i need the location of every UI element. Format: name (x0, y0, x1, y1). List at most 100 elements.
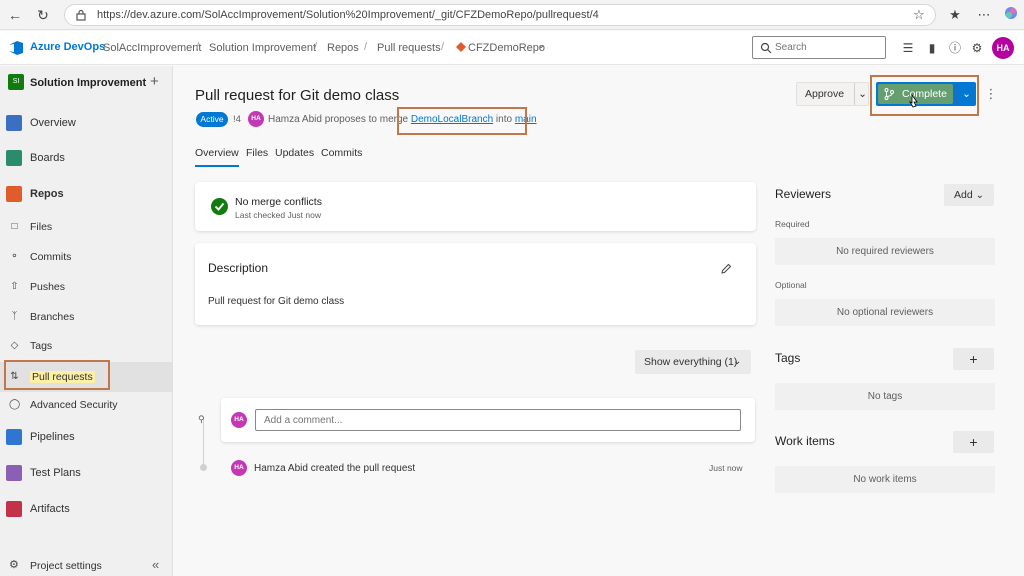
merge-status-card: No merge conflicts Last checked Just now (195, 182, 756, 231)
tags-empty: No tags (775, 383, 995, 410)
chevron-down-icon: ⌄ (733, 356, 742, 367)
boards-icon (6, 150, 22, 166)
required-reviewers-empty: No required reviewers (775, 238, 995, 265)
sidebar-item-commits[interactable]: ⚬ Commits (0, 244, 173, 270)
more-options-icon[interactable]: ⋮ (982, 84, 1000, 104)
overview-icon (6, 115, 22, 131)
breadcrumb-pull-requests[interactable]: Pull requests (377, 42, 441, 54)
add-work-item-button[interactable]: + (953, 431, 994, 453)
merge-status: No merge conflicts (235, 196, 322, 208)
activity-entry: Hamza Abid created the pull request (254, 463, 416, 474)
chevron-down-icon: ⌄ (975, 190, 984, 201)
reviewers-title: Reviewers (775, 187, 832, 201)
search-input[interactable] (775, 40, 880, 55)
repo-icon (456, 42, 466, 52)
tags-title: Tags (775, 351, 801, 365)
sidebar-item-boards[interactable]: Boards (0, 143, 173, 173)
optional-label: Optional (775, 280, 807, 290)
sidebar-item-tags[interactable]: ◇ Tags (0, 333, 173, 359)
sidebar-item-overview[interactable]: Overview (0, 108, 173, 138)
chevron-down-icon[interactable]: ⌄ (854, 83, 870, 105)
mouse-cursor-icon (909, 94, 918, 108)
timeline-dot (200, 464, 207, 471)
branch-icon: ᛉ (11, 311, 18, 322)
task-list-icon[interactable]: ☰ (901, 41, 915, 55)
breadcrumb-org[interactable]: SolAccImprovement (103, 42, 201, 54)
approve-button[interactable]: Approve ⌄ (796, 82, 869, 106)
search-box[interactable] (752, 36, 886, 59)
sidebar-item-pipelines[interactable]: Pipelines (0, 422, 173, 452)
tab-files[interactable]: Files (246, 147, 268, 159)
sidebar-item-project-settings[interactable]: ⚙ Project settings « (0, 556, 173, 576)
add-reviewer-button[interactable]: Add ⌄ (944, 184, 994, 206)
project-badge: SI (8, 74, 24, 90)
checkmark-icon (211, 198, 228, 215)
sidebar-item-branches[interactable]: ᛉ Branches (0, 304, 173, 330)
activity-time: Just now (709, 463, 743, 473)
copilot-icon[interactable] (1002, 6, 1020, 24)
required-label: Required (775, 219, 810, 229)
tab-commits[interactable]: Commits (321, 147, 362, 159)
favorite-star-icon[interactable]: ☆ (910, 6, 928, 24)
breadcrumb-project[interactable]: Solution Improvement (209, 42, 316, 54)
marketplace-icon[interactable]: ▮ (925, 41, 939, 55)
breadcrumb-repos[interactable]: Repos (327, 42, 359, 54)
url-text: https://dev.azure.com/SolAccImprovement/… (97, 9, 599, 21)
sidebar-item-test-plans[interactable]: Test Plans (0, 458, 173, 488)
description-title: Description (208, 261, 269, 275)
tab-updates[interactable]: Updates (275, 147, 314, 159)
artifacts-icon (6, 501, 22, 517)
azure-devops-logo-icon[interactable] (8, 40, 24, 56)
add-tag-button[interactable]: + (953, 348, 994, 370)
optional-reviewers-empty: No optional reviewers (775, 299, 995, 326)
ado-header: Azure DevOps SolAccImprovement / Solutio… (0, 31, 1024, 65)
breadcrumb-repo[interactable]: CFZDemoRepo (468, 42, 545, 54)
timeline-line (203, 418, 204, 468)
avatar[interactable]: HA (248, 111, 264, 127)
pr-number: !4 (233, 114, 241, 125)
activity-filter-dropdown[interactable]: Show everything (1) ⌄ (635, 350, 751, 374)
user-settings-icon[interactable]: ⚙ (970, 41, 984, 55)
user-avatar[interactable]: HA (992, 37, 1014, 59)
comment-input[interactable] (255, 409, 741, 431)
pull-requests-highlight (4, 360, 110, 390)
avatar: HA (231, 412, 247, 428)
project-switcher[interactable]: SI Solution Improvement + (0, 72, 173, 94)
status-badge: Active (196, 112, 228, 127)
sidebar: SI Solution Improvement + Overview Board… (0, 66, 173, 576)
chevron-down-icon[interactable]: ⌄ (537, 40, 545, 51)
work-items-title: Work items (775, 434, 835, 448)
collapse-sidebar-icon[interactable]: « (152, 557, 159, 572)
avatar: HA (231, 460, 247, 476)
sidebar-item-pushes[interactable]: ⇧ Pushes (0, 274, 173, 300)
sidebar-item-artifacts[interactable]: Artifacts (0, 494, 173, 524)
gear-icon: ⚙ (9, 559, 19, 571)
description-body: Pull request for Git demo class (208, 296, 345, 307)
merge-checked-time: Last checked Just now (235, 210, 321, 220)
help-icon[interactable]: ⓘ (948, 41, 962, 55)
commit-icon: ⚬ (10, 251, 19, 262)
tag-icon: ◇ (10, 340, 19, 351)
favorites-list-icon[interactable]: ★ (946, 6, 964, 24)
add-icon[interactable]: + (150, 73, 159, 90)
repos-icon (6, 186, 22, 202)
project-name: Solution Improvement (30, 77, 147, 89)
sidebar-item-files[interactable]: □ Files (0, 214, 173, 240)
sidebar-item-repos[interactable]: Repos (0, 179, 173, 209)
comment-card: HA (221, 398, 755, 442)
pencil-icon[interactable] (720, 263, 732, 275)
main-content: Pull request for Git demo class Active !… (174, 66, 1024, 576)
lock-icon (76, 9, 86, 21)
page-title: Pull request for Git demo class (195, 87, 400, 104)
browser-menu-icon[interactable]: ⋯ (975, 6, 993, 24)
address-bar[interactable]: https://dev.azure.com/SolAccImprovement/… (64, 4, 936, 26)
branch-highlight (397, 107, 527, 135)
refresh-icon[interactable]: ↻ (34, 6, 52, 24)
back-icon[interactable]: ← (6, 6, 24, 24)
complete-highlight (870, 75, 979, 116)
shield-icon: ◯ (9, 399, 21, 410)
brand-label[interactable]: Azure DevOps (30, 41, 105, 53)
comment-timeline-icon: ⚲ (198, 414, 205, 424)
sidebar-item-advanced-security[interactable]: ◯ Advanced Security (0, 392, 173, 418)
tab-overview[interactable]: Overview (195, 147, 239, 167)
